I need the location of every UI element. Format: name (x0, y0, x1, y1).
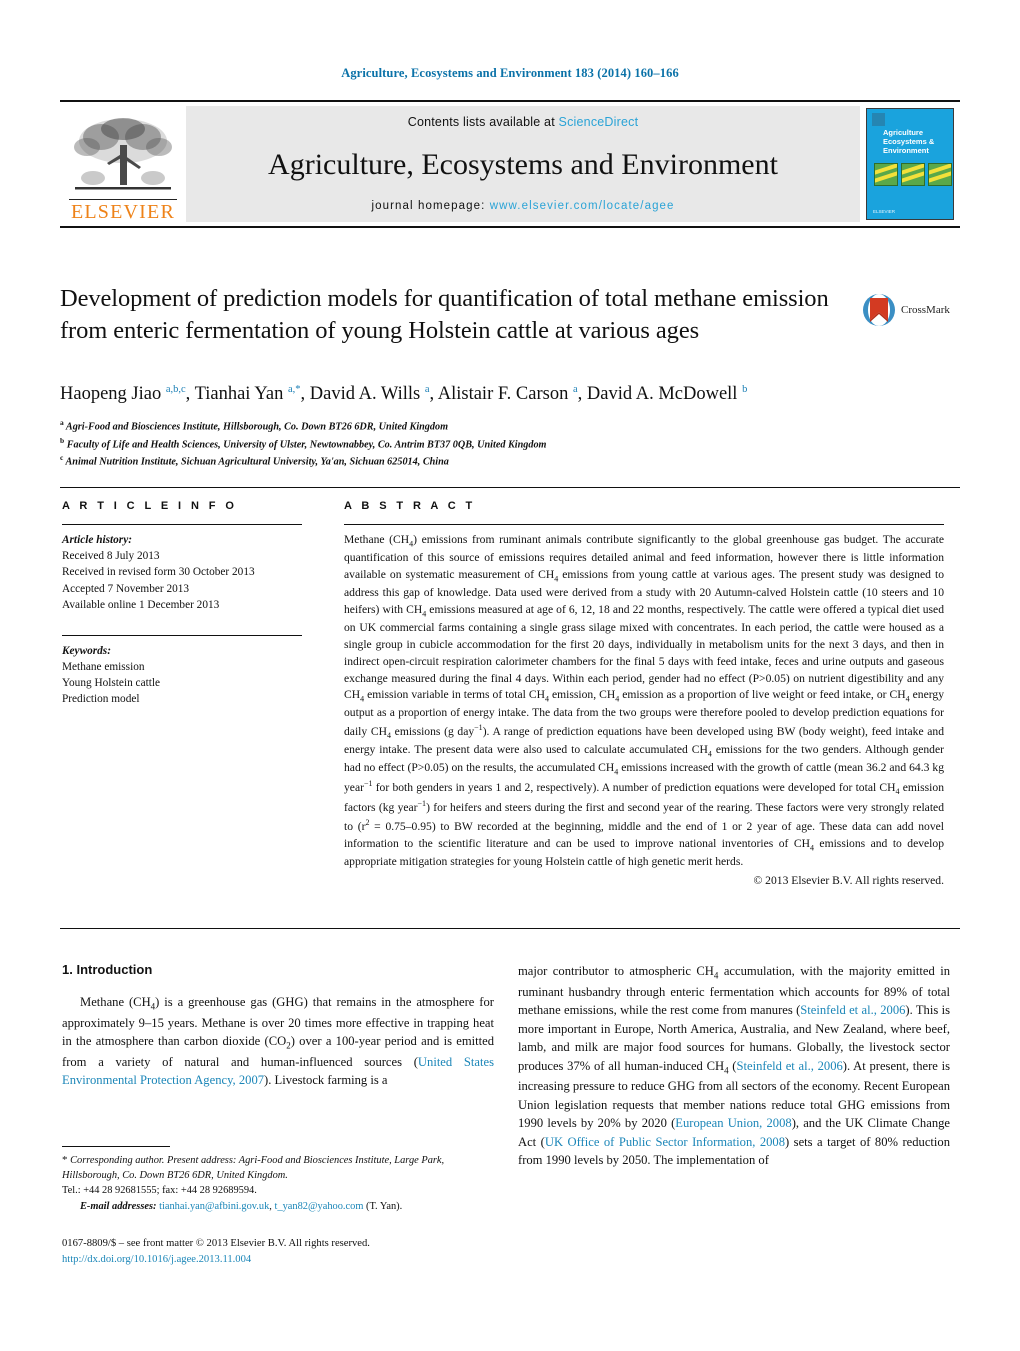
affiliation-marker-a: a (60, 418, 64, 427)
affiliations-list: a Agri-Food and Biosciences Institute, H… (60, 417, 960, 470)
abstract-column: A B S T R A C T Methane (CH4) emissions … (344, 500, 944, 887)
affiliation-marker-b: b (60, 435, 65, 445)
homepage-prefix: journal homepage: (371, 200, 490, 212)
journal-homepage-line: journal homepage: www.elsevier.com/locat… (371, 200, 674, 212)
keyword-item: Prediction model (62, 693, 140, 706)
copyright-line: © 2013 Elsevier B.V. All rights reserved… (753, 873, 944, 887)
keywords-rule (62, 634, 302, 636)
body-column-left: 1. Introduction Methane (CH4) is a green… (62, 962, 494, 1090)
affiliation-a: a Agri-Food and Biosciences Institute, H… (60, 417, 960, 435)
article-info-heading: A R T I C L E I N F O (62, 500, 238, 512)
article-info-rule (62, 524, 302, 525)
history-item: Received 8 July 2013 (62, 550, 160, 563)
contents-available-line: Contents lists available at ScienceDirec… (408, 115, 639, 129)
page-title: Development of prediction models for qua… (60, 285, 829, 344)
body-column-right: major contributor to atmospheric CH4 acc… (518, 962, 950, 1170)
history-item: Received in revised form 30 October 2013 (62, 566, 255, 579)
journal-cover-thumbnail[interactable]: Agriculture Ecosystems & Environment ELS… (860, 102, 960, 226)
keywords-label: Keywords: (62, 644, 111, 657)
affiliation-marker-c: c (60, 453, 64, 463)
footnote-address: * Corresponding author. Present address:… (62, 1154, 445, 1197)
footnote-rule (62, 1146, 170, 1147)
cover-title-line3: Environment (883, 145, 929, 155)
corresponding-author-footnote: * Corresponding author. Present address:… (62, 1152, 496, 1214)
issn-copyright-block: 0167-8809/$ – see front matter © 2013 El… (62, 1236, 502, 1268)
contents-prefix: Contents lists available at (407, 115, 559, 129)
keyword-item: Young Holstein cattle (62, 676, 161, 689)
history-item: Available online 1 December 2013 (62, 599, 220, 612)
intro-paragraph-right: major contributor to atmospheric CH4 acc… (518, 964, 951, 1168)
article-history-label: Article history: (62, 534, 132, 546)
crossmark-label: CrossMark (901, 304, 950, 316)
cover-field-illustration (874, 163, 952, 186)
section-heading-introduction: 1. Introduction (62, 962, 153, 977)
affiliation-b: b Faculty of Life and Health Sciences, U… (60, 435, 960, 453)
abstract-heading: A B S T R A C T (344, 500, 476, 512)
cover-publisher-mark-icon (872, 113, 885, 126)
journal-homepage-link[interactable]: www.elsevier.com/locate/agee (490, 200, 675, 212)
elsevier-wordmark: ELSEVIER (69, 199, 177, 223)
affiliation-text-a: Agri-Food and Biosciences Institute, Hil… (65, 421, 449, 433)
elsevier-logo: ELSEVIER (60, 102, 186, 226)
title-block: Development of prediction models for qua… (60, 283, 850, 347)
abstract-text: Methane (CH4) emissions from ruminant an… (344, 533, 945, 868)
keyword-item: Methane emission (62, 660, 145, 673)
author-list: Haopeng Jiao a,b,c, Tianhai Yan a,*, Dav… (60, 383, 748, 404)
abstract-rule (344, 524, 944, 525)
affiliation-text-b: Faculty of Life and Health Sciences, Uni… (66, 439, 547, 451)
abstract-bottom-rule (60, 928, 960, 929)
journal-title: Agriculture, Ecosystems and Environment (268, 147, 778, 181)
affiliation-c: c Animal Nutrition Institute, Sichuan Ag… (60, 452, 960, 470)
journal-masthead: ELSEVIER Contents lists available at Sci… (60, 100, 960, 228)
journal-band: Contents lists available at ScienceDirec… (186, 106, 860, 222)
history-item: Accepted 7 November 2013 (62, 582, 190, 595)
cover-footer: ELSEVIER (873, 209, 896, 214)
article-info-column: A R T I C L E I N F O Article history: R… (62, 500, 302, 708)
issn-line: 0167-8809/$ – see front matter © 2013 El… (62, 1238, 370, 1249)
paper-page: Agriculture, Ecosystems and Environment … (0, 0, 1020, 1351)
crossmark-badge[interactable]: CrossMark (862, 286, 962, 334)
running-head: Agriculture, Ecosystems and Environment … (341, 66, 679, 80)
crossmark-icon (863, 294, 895, 326)
info-section-top-rule (60, 487, 960, 488)
affiliation-text-c: Animal Nutrition Institute, Sichuan Agri… (65, 456, 449, 468)
sciencedirect-link[interactable]: ScienceDirect (559, 115, 639, 129)
elsevier-tree-icon (74, 118, 172, 190)
cover-title: Agriculture Ecosystems & Environment (883, 128, 934, 156)
footnote-emails: E-mail addresses: tianhai.yan@afbini.gov… (80, 1200, 403, 1212)
doi-link[interactable]: http://dx.doi.org/10.1016/j.agee.2013.11… (62, 1252, 502, 1268)
intro-paragraph-left: Methane (CH4) is a greenhouse gas (GHG) … (62, 995, 494, 1088)
